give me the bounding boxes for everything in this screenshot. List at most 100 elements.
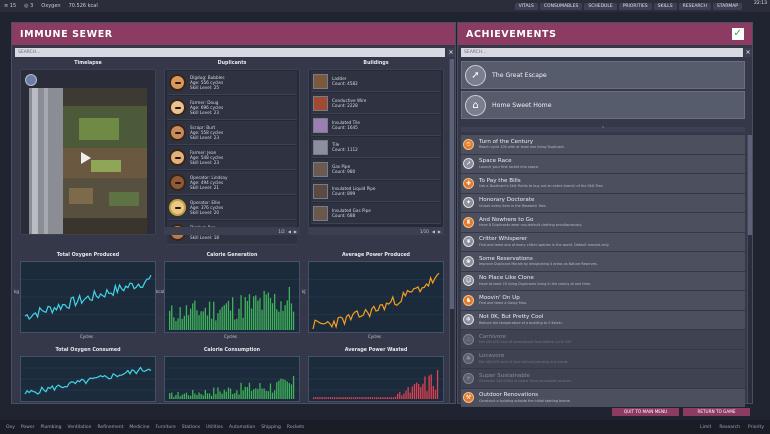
- build-category[interactable]: Shipping: [261, 425, 281, 430]
- list-item[interactable]: Insulated Gas Pipe Count: 688: [311, 203, 441, 224]
- list-item[interactable]: ❀ Some Reservations Improve Duplicant Mora…: [461, 252, 745, 271]
- series-bar: [288, 383, 290, 399]
- list-item[interactable]: ⏲ Turn of the Century Reach cycle 100 with…: [461, 135, 745, 154]
- list-item[interactable]: ⚒ Outdoor Renovations Construct a building…: [461, 388, 745, 407]
- series-bar: [194, 393, 196, 399]
- consumables-button[interactable]: CONSUMABLES: [539, 2, 583, 10]
- research-button[interactable]: RESEARCH: [678, 2, 711, 10]
- priority-tool[interactable]: Priority: [748, 425, 764, 430]
- list-item[interactable]: Insulated Liquid Pipe Count: 899: [311, 181, 441, 202]
- next-page-icon[interactable]: ▶: [438, 229, 441, 234]
- list-item[interactable]: Operator: Ellie Age: 376 cycles Skill Leve…: [167, 196, 297, 220]
- series-bar: [171, 305, 173, 330]
- duplicant-portrait-icon: [169, 99, 186, 116]
- achievement-icon: ☺: [463, 275, 474, 287]
- clear-search-button[interactable]: ×: [447, 48, 455, 57]
- series-bar: [290, 303, 293, 330]
- list-item[interactable]: ☺ No Place Like Clone Have at least 20 liv…: [461, 271, 745, 290]
- list-item[interactable]: ✦ Honorary Doctorate Unlock every item in …: [461, 193, 745, 212]
- duplicant-portrait-icon: [169, 149, 186, 166]
- list-item[interactable]: ♞ Moovin' On Up Find and tame a Gassy Moo.: [461, 291, 745, 310]
- list-item[interactable]: ➚ Space Race Launch your first rocket into…: [461, 154, 745, 173]
- series-bar: [344, 397, 346, 399]
- build-category[interactable]: Rockets: [287, 425, 304, 430]
- series-bar: [434, 389, 437, 399]
- timelapse-viewer[interactable]: [20, 69, 156, 235]
- series-bar: [229, 310, 232, 330]
- series-bar: [428, 375, 430, 399]
- list-item[interactable]: Farmer: Doug Age: 696 cycles Skill Level: …: [167, 96, 297, 120]
- next-page-icon[interactable]: ▶: [294, 229, 297, 234]
- research-tool[interactable]: Research: [719, 425, 740, 430]
- series-bar: [238, 308, 240, 330]
- checkmark-icon[interactable]: ✓: [732, 28, 744, 40]
- series-bar: [365, 397, 367, 399]
- return-to-game-button[interactable]: RETURN TO GAME: [683, 408, 750, 416]
- x-axis-label: Cycles: [368, 334, 382, 339]
- list-item[interactable]: Farmer: Jean Age: 548 cycles Skill Level: …: [167, 146, 297, 170]
- build-category[interactable]: Medicine: [129, 425, 149, 430]
- series-bar: [190, 308, 192, 330]
- achievements-scrollbar[interactable]: [747, 135, 752, 403]
- priorities-button[interactable]: PRIORITIES: [618, 2, 652, 10]
- list-item[interactable]: Gas Pipe Count: 980: [311, 159, 441, 180]
- colony-scrollbar[interactable]: [449, 59, 454, 403]
- list-item[interactable]: ☀ Super Sustainable Generate 240,000kJ of …: [461, 369, 745, 388]
- achievement-icon: ♜: [463, 216, 474, 228]
- list-item[interactable]: ➚ The Great Escape: [461, 61, 745, 89]
- list-item[interactable]: ♣ Locavore Eat 400,000 kcal of food withou…: [461, 349, 745, 368]
- series-bar: [202, 311, 204, 330]
- timelapse-title: Timelapse: [74, 61, 102, 66]
- series-bar: [177, 318, 179, 330]
- build-category[interactable]: Utilities: [206, 425, 223, 430]
- list-item[interactable]: ❦ Critter Whisperer Find and tame one of e…: [461, 232, 745, 251]
- list-item[interactable]: ⌂ Home Sweet Home: [461, 91, 745, 119]
- list-item[interactable]: Operator: Lindsay Age: 494 cycles Skill Le…: [167, 171, 297, 195]
- colony-search-input[interactable]: SEARCH...: [15, 48, 445, 57]
- list-item[interactable]: Insulated Tile Count: 1645: [311, 115, 441, 136]
- build-category[interactable]: Automation: [229, 425, 255, 430]
- scrollbar-thumb[interactable]: [748, 135, 752, 235]
- achievements-title-bar: ACHIEVEMENTS ✓: [458, 23, 752, 45]
- list-item[interactable]: Tile Count: 1112: [311, 137, 441, 158]
- build-category[interactable]: Plumbing: [40, 425, 61, 430]
- list-item[interactable]: Conductive Wire Count: 2228: [311, 93, 441, 114]
- build-category[interactable]: Ventilation: [68, 425, 92, 430]
- build-category[interactable]: Oxy: [6, 425, 15, 430]
- series-bar: [278, 311, 280, 330]
- vitals-button[interactable]: VITALS: [514, 2, 538, 10]
- liquid-pipe-icon: [313, 183, 328, 199]
- starmap-button[interactable]: STARMAP: [712, 2, 742, 10]
- series-bar: [340, 397, 342, 399]
- achievement-icon: ♨: [463, 333, 474, 345]
- build-category[interactable]: Furniture: [156, 425, 176, 430]
- series-bar: [173, 396, 175, 399]
- list-item[interactable]: Digdug: Bubbles Age: 556 cycles Skill Leve…: [167, 71, 297, 95]
- series-bar: [259, 298, 261, 330]
- list-item[interactable]: Scrapr: Burt Age: 558 cycles Skill Level: …: [167, 121, 297, 145]
- skills-button[interactable]: SKILLS: [653, 2, 677, 10]
- prev-page-icon[interactable]: ◀: [432, 229, 435, 234]
- build-category[interactable]: Stations: [182, 425, 200, 430]
- prev-page-icon[interactable]: ◀: [288, 229, 291, 234]
- build-category[interactable]: Refinement: [98, 425, 124, 430]
- achievement-icon: ✚: [463, 177, 474, 189]
- series-bar: [169, 393, 171, 399]
- limit-tool[interactable]: Limit: [700, 425, 711, 430]
- list-item[interactable]: ♨ Carnivore Eat 400,000 kcal of meat-based…: [461, 330, 745, 349]
- scrollbar-thumb[interactable]: [450, 59, 454, 309]
- list-item[interactable]: ♜ And Nowhere to Go Have 8 Duplicants wear…: [461, 213, 745, 232]
- collapse-handle[interactable]: ⌃: [461, 127, 745, 132]
- series-bar: [413, 384, 416, 399]
- series-bar: [350, 397, 353, 399]
- schedule-button[interactable]: SCHEDULE: [584, 2, 617, 10]
- list-item[interactable]: ❄ Not 0K, But Pretty Cool Reduce the tempe…: [461, 310, 745, 329]
- quit-to-main-menu-button[interactable]: QUIT TO MAIN MENU: [612, 408, 679, 416]
- series-bar: [359, 397, 361, 399]
- clear-search-button[interactable]: ×: [744, 48, 752, 57]
- series-bar: [213, 301, 215, 330]
- list-item[interactable]: Ladder Count: 4582: [311, 71, 441, 92]
- achievement-search-input[interactable]: SEARCH...: [461, 48, 743, 57]
- list-item[interactable]: ✚ To Pay the Bills Use a Duplicant's Skill…: [461, 174, 745, 193]
- build-category[interactable]: Power: [21, 425, 35, 430]
